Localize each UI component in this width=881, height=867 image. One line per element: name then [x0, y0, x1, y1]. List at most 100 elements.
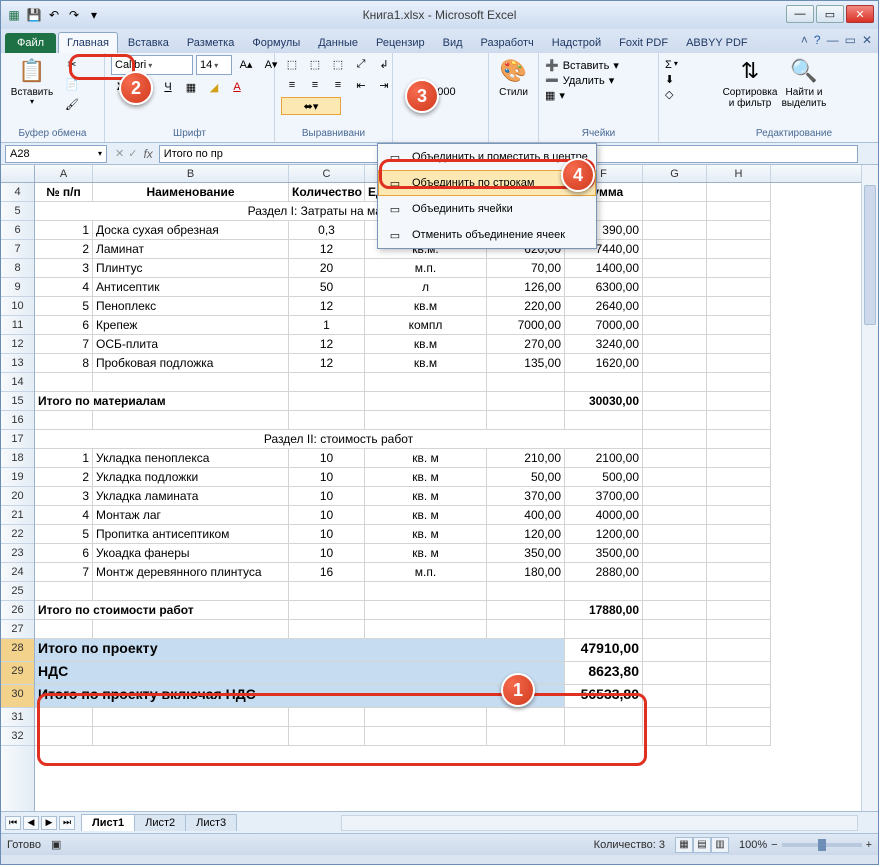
cell[interactable]: 12 [289, 297, 365, 316]
cell[interactable]: 10 [289, 506, 365, 525]
cell[interactable]: 3500,00 [565, 544, 643, 563]
tab-review[interactable]: Рецензир [368, 33, 433, 53]
cell[interactable] [365, 582, 487, 601]
delete-cells-button[interactable]: ➖Удалить ▾ [545, 74, 614, 87]
cell[interactable]: кв.м [365, 354, 487, 373]
cell[interactable]: 50 [289, 278, 365, 297]
cell[interactable] [93, 411, 289, 430]
cell[interactable] [643, 727, 707, 746]
cell[interactable]: Укладка пеноплекса [93, 449, 289, 468]
cell[interactable] [707, 620, 771, 639]
cell[interactable] [643, 582, 707, 601]
workbook-min-icon[interactable]: — [827, 33, 839, 47]
cell[interactable]: 4 [35, 278, 93, 297]
cell[interactable] [707, 411, 771, 430]
row-header[interactable]: 13 [1, 354, 34, 373]
cell[interactable] [365, 373, 487, 392]
cell[interactable]: Плинтус [93, 259, 289, 278]
cell[interactable]: 180,00 [487, 563, 565, 582]
orientation-icon[interactable]: ⤢ [350, 55, 372, 73]
sheet-nav-last-icon[interactable]: ⏭ [59, 816, 75, 830]
name-box[interactable]: A28▾ [5, 145, 107, 163]
align-left-icon[interactable]: ≡ [281, 76, 303, 94]
cell[interactable]: 2 [35, 240, 93, 259]
cell[interactable] [707, 727, 771, 746]
align-right-icon[interactable]: ≡ [327, 76, 349, 94]
merge-cells-item[interactable]: ▭Объединить ячейки [378, 196, 596, 222]
cell[interactable] [93, 373, 289, 392]
cell[interactable] [643, 373, 707, 392]
tab-data[interactable]: Данные [310, 33, 366, 53]
cell[interactable]: кв. м [365, 506, 487, 525]
row-header[interactable]: 14 [1, 373, 34, 392]
cell[interactable]: Монтаж лаг [93, 506, 289, 525]
cell[interactable]: 5 [35, 525, 93, 544]
cell[interactable]: кв.м [365, 335, 487, 354]
cell[interactable] [707, 506, 771, 525]
col-header-h[interactable]: H [707, 165, 771, 182]
cell[interactable]: 10 [289, 525, 365, 544]
tab-insert[interactable]: Вставка [120, 33, 177, 53]
merge-center-button[interactable]: ⬌▾ [281, 97, 341, 115]
cell[interactable]: 12 [289, 354, 365, 373]
page-layout-view-icon[interactable]: ▤ [693, 837, 711, 853]
cell[interactable]: 370,00 [487, 487, 565, 506]
cell[interactable] [707, 316, 771, 335]
cell[interactable] [707, 373, 771, 392]
undo-icon[interactable]: ↶ [45, 6, 63, 24]
decrease-indent-icon[interactable]: ⇤ [350, 76, 372, 94]
cell[interactable]: Пеноплекс [93, 297, 289, 316]
cell[interactable]: 7000,00 [487, 316, 565, 335]
cell[interactable] [643, 487, 707, 506]
cell[interactable] [707, 525, 771, 544]
tab-file[interactable]: Файл [5, 33, 56, 53]
unmerge-item[interactable]: ▭Отменить объединение ячеек [378, 222, 596, 248]
cell[interactable] [365, 727, 487, 746]
cell[interactable] [643, 563, 707, 582]
cell[interactable]: кв. м [365, 468, 487, 487]
cell[interactable] [707, 259, 771, 278]
cell[interactable] [289, 601, 365, 620]
cell[interactable]: кв. м [365, 487, 487, 506]
cell[interactable]: 3 [35, 487, 93, 506]
cell[interactable] [643, 506, 707, 525]
vertical-scrollbar[interactable] [861, 165, 878, 811]
cell[interactable] [707, 449, 771, 468]
styles-button[interactable]: 🎨 Стили [495, 55, 532, 98]
row-header[interactable]: 6 [1, 221, 34, 240]
row-header[interactable]: 16 [1, 411, 34, 430]
ribbon-minimize-icon[interactable]: ˄ [801, 33, 808, 47]
cell[interactable] [289, 392, 365, 411]
cell[interactable]: Количество [289, 183, 365, 202]
sheet-nav-prev-icon[interactable]: ◀ [23, 816, 39, 830]
cell[interactable] [365, 411, 487, 430]
cell[interactable]: м.п. [365, 259, 487, 278]
underline-icon[interactable]: Ч [157, 78, 179, 96]
row-header[interactable]: 29 [1, 662, 34, 685]
row-header[interactable]: 11 [1, 316, 34, 335]
cell[interactable] [643, 335, 707, 354]
cell[interactable]: Антисептик [93, 278, 289, 297]
sheet-tab-2[interactable]: Лист2 [134, 814, 186, 831]
cell[interactable] [93, 727, 289, 746]
cell[interactable]: НДС [35, 662, 565, 685]
cell[interactable]: 1 [289, 316, 365, 335]
cell[interactable]: 5 [35, 297, 93, 316]
cell[interactable]: Крепеж [93, 316, 289, 335]
cell[interactable] [643, 620, 707, 639]
row-header[interactable]: 32 [1, 727, 34, 746]
cell[interactable] [487, 392, 565, 411]
copy-icon[interactable]: 📄 [61, 75, 83, 93]
cell[interactable]: Укладка подложки [93, 468, 289, 487]
cell[interactable] [643, 202, 707, 221]
cell[interactable] [707, 582, 771, 601]
cell[interactable]: Ламинат [93, 240, 289, 259]
cells-area[interactable]: № п/пНаименованиеКоличествоЕдиница измер… [35, 183, 878, 811]
row-header[interactable]: 10 [1, 297, 34, 316]
row-header[interactable]: 27 [1, 620, 34, 639]
cell[interactable]: 47910,00 [565, 639, 643, 662]
row-header[interactable]: 24 [1, 563, 34, 582]
cell[interactable]: 270,00 [487, 335, 565, 354]
cell[interactable]: 1400,00 [565, 259, 643, 278]
find-select-button[interactable]: 🔍 Найти и выделить [779, 55, 829, 109]
